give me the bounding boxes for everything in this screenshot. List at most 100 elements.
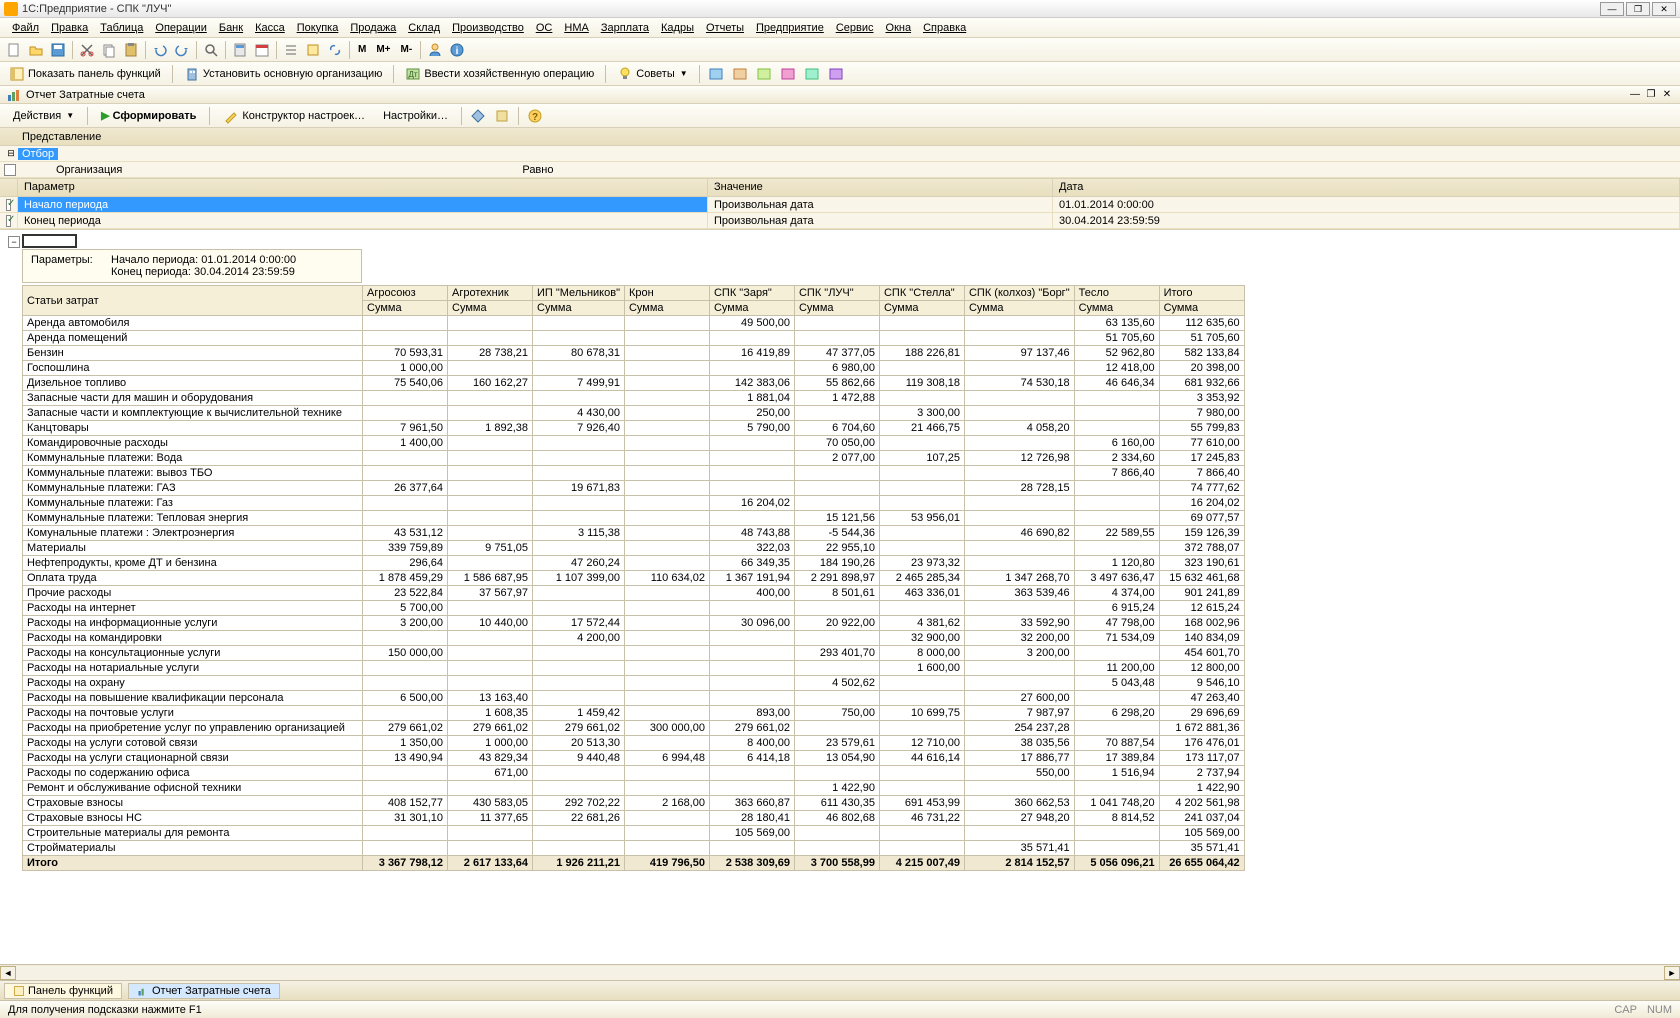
menu-item[interactable]: Файл: [6, 20, 45, 36]
enter-op-button[interactable]: Дт Ввести хозяйственную операцию: [400, 63, 599, 85]
table-row[interactable]: Коммунальные платежи: Вода2 077,00107,25…: [23, 451, 1245, 466]
table-row[interactable]: Расходы на информационные услуги3 200,00…: [23, 616, 1245, 631]
scroll-right-icon[interactable]: ►: [1664, 966, 1680, 980]
start-value[interactable]: Произвольная дата: [708, 197, 1053, 213]
scroll-track[interactable]: [16, 966, 1664, 980]
menu-item[interactable]: НМА: [558, 20, 594, 36]
menu-item[interactable]: Банк: [213, 20, 249, 36]
doc-minimize[interactable]: —: [1628, 88, 1642, 102]
menu-item[interactable]: Склад: [402, 20, 446, 36]
generate-button[interactable]: ▶ Сформировать: [94, 106, 203, 125]
memory-mplus[interactable]: M+: [372, 41, 394, 58]
table-row[interactable]: Запасные части для машин и оборудования1…: [23, 391, 1245, 406]
table-row[interactable]: Прочие расходы23 522,8437 567,97400,008 …: [23, 586, 1245, 601]
scroll-left-icon[interactable]: ◄: [0, 966, 16, 980]
paste-icon[interactable]: [121, 40, 141, 60]
menu-item[interactable]: Зарплата: [595, 20, 655, 36]
table-row[interactable]: Нефтепродукты, кроме ДТ и бензина296,644…: [23, 556, 1245, 571]
end-period-cell[interactable]: Конец периода: [18, 213, 708, 229]
menu-item[interactable]: Предприятие: [750, 20, 830, 36]
menu-item[interactable]: Покупка: [291, 20, 345, 36]
table-row[interactable]: Страховые взносы НС31 301,1011 377,6522 …: [23, 811, 1245, 826]
table-row[interactable]: Страховые взносы408 152,77430 583,05292 …: [23, 796, 1245, 811]
table-row[interactable]: Строительные материалы для ремонта105 56…: [23, 826, 1245, 841]
doc-close[interactable]: ✕: [1660, 88, 1674, 102]
memory-m[interactable]: M: [354, 41, 370, 58]
table-row[interactable]: Расходы на нотариальные услуги1 600,0011…: [23, 661, 1245, 676]
table-row[interactable]: Оплата труда1 878 459,291 586 687,951 10…: [23, 571, 1245, 586]
maximize-button[interactable]: ❐: [1626, 2, 1650, 16]
save-icon[interactable]: [48, 40, 68, 60]
tb2-icon-2[interactable]: [730, 64, 750, 84]
tips-button[interactable]: Советы ▼: [612, 63, 692, 85]
tb2-icon-4[interactable]: [778, 64, 798, 84]
open-icon[interactable]: [26, 40, 46, 60]
tb2-icon-1[interactable]: [706, 64, 726, 84]
memory-mminus[interactable]: M-: [397, 41, 417, 58]
table-row[interactable]: Расходы на почтовые услуги1 608,351 459,…: [23, 706, 1245, 721]
new-icon[interactable]: [4, 40, 24, 60]
tb2-icon-6[interactable]: [826, 64, 846, 84]
filter-otbor-row[interactable]: ⊟ Отбор: [0, 146, 1680, 162]
tb2-icon-3[interactable]: [754, 64, 774, 84]
outline-collapse-button[interactable]: −: [8, 236, 20, 248]
table-row[interactable]: Расходы по содержанию офиса671,00550,001…: [23, 766, 1245, 781]
props-icon[interactable]: [303, 40, 323, 60]
user-icon[interactable]: [425, 40, 445, 60]
table-row[interactable]: Запасные части и комплектующие к вычисли…: [23, 406, 1245, 421]
table-row[interactable]: Бензин70 593,3128 738,2180 678,3116 419,…: [23, 346, 1245, 361]
table-row[interactable]: Материалы339 759,899 751,05322,0322 955,…: [23, 541, 1245, 556]
menu-item[interactable]: Таблица: [94, 20, 149, 36]
start-period-cell[interactable]: Начало периода: [18, 197, 708, 213]
table-row[interactable]: Командировочные расходы1 400,0070 050,00…: [23, 436, 1245, 451]
minimize-button[interactable]: —: [1600, 2, 1624, 16]
table-row[interactable]: Стройматериалы35 571,4135 571,41: [23, 841, 1245, 856]
close-button[interactable]: ✕: [1652, 2, 1676, 16]
table-row[interactable]: Расходы на услуги стационарной связи13 4…: [23, 751, 1245, 766]
end-checkbox[interactable]: [6, 215, 11, 227]
table-row[interactable]: Госпошлина1 000,006 980,0012 418,0020 39…: [23, 361, 1245, 376]
info-icon[interactable]: i: [447, 40, 467, 60]
show-panel-button[interactable]: Показать панель функций: [4, 63, 166, 85]
table-row[interactable]: Расходы на интернет5 700,006 915,2412 61…: [23, 601, 1245, 616]
calc-icon[interactable]: [230, 40, 250, 60]
help-icon[interactable]: ?: [525, 106, 545, 126]
table-row[interactable]: Дизельное топливо75 540,06160 162,277 49…: [23, 376, 1245, 391]
constructor-button[interactable]: Конструктор настроек…: [216, 105, 372, 127]
start-date[interactable]: 01.01.2014 0:00:00: [1053, 197, 1680, 213]
table-row[interactable]: Расходы на приобретение услуг по управле…: [23, 721, 1245, 736]
link-icon[interactable]: [325, 40, 345, 60]
table-row[interactable]: Аренда автомобиля49 500,0063 135,60112 6…: [23, 316, 1245, 331]
end-date[interactable]: 30.04.2014 23:59:59: [1053, 213, 1680, 229]
set-org-button[interactable]: Установить основную организацию: [179, 63, 388, 85]
action-icon-2[interactable]: [492, 106, 512, 126]
table-row[interactable]: Расходы на повышение квалификации персон…: [23, 691, 1245, 706]
table-row[interactable]: Коммунальные платежи: ГАЗ26 377,6419 671…: [23, 481, 1245, 496]
menu-item[interactable]: Правка: [45, 20, 94, 36]
start-checkbox[interactable]: [6, 199, 11, 211]
calendar-icon[interactable]: [252, 40, 272, 60]
list-icon[interactable]: [281, 40, 301, 60]
collapse-icon[interactable]: ⊟: [4, 148, 18, 159]
menu-item[interactable]: Касса: [249, 20, 291, 36]
table-row[interactable]: Коммунальные платежи: Газ16 204,0216 204…: [23, 496, 1245, 511]
copy-icon[interactable]: [99, 40, 119, 60]
undo-icon[interactable]: [150, 40, 170, 60]
cut-icon[interactable]: [77, 40, 97, 60]
table-row[interactable]: Комунальные платежи : Электроэнергия43 5…: [23, 526, 1245, 541]
table-row[interactable]: Расходы на консультационные услуги150 00…: [23, 646, 1245, 661]
menu-item[interactable]: Окна: [880, 20, 918, 36]
table-row[interactable]: Расходы на охрану4 502,625 043,489 546,1…: [23, 676, 1245, 691]
find-icon[interactable]: [201, 40, 221, 60]
doc-restore[interactable]: ❐: [1644, 88, 1658, 102]
table-row[interactable]: Расходы на командировки4 200,0032 900,00…: [23, 631, 1245, 646]
table-row[interactable]: Коммунальные платежи: Тепловая энергия15…: [23, 511, 1245, 526]
tab-panel-functions[interactable]: Панель функций: [4, 983, 122, 999]
table-row[interactable]: Канцтовары7 961,501 892,387 926,405 790,…: [23, 421, 1245, 436]
menu-item[interactable]: Справка: [917, 20, 972, 36]
filter-org-row[interactable]: Организация Равно: [0, 162, 1680, 178]
menu-item[interactable]: Производство: [446, 20, 530, 36]
menu-item[interactable]: Сервис: [830, 20, 880, 36]
redo-icon[interactable]: [172, 40, 192, 60]
table-row[interactable]: Аренда помещений51 705,6051 705,60: [23, 331, 1245, 346]
